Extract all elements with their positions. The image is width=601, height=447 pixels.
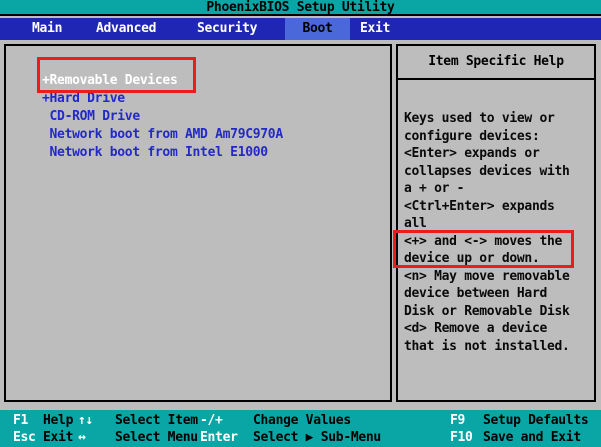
tab-main[interactable]: Main — [32, 18, 62, 40]
title-bar: PhoenixBIOS Setup Utility — [0, 0, 601, 16]
help-line: configure devices: — [404, 128, 594, 146]
legend-select-menu: Select Menu — [115, 429, 198, 446]
help-panel-title: Item Specific Help — [398, 46, 594, 80]
legend-save-and-exit: Save and Exit — [483, 429, 581, 446]
help-line: a + or - — [404, 180, 594, 198]
help-line: collapses devices with — [404, 163, 594, 181]
legend-select-item: Select Item — [115, 412, 198, 429]
page-title: PhoenixBIOS Setup Utility — [206, 0, 394, 15]
key-f10: F10 — [450, 429, 473, 446]
help-line: <Ctrl+Enter> expands — [404, 198, 594, 216]
legend-select-submenu: Select ▶ Sub-Menu — [253, 429, 381, 446]
item-specific-help-panel: Item Specific Help Keys used to view or … — [396, 44, 596, 402]
help-line: <d> Remove a device — [404, 320, 594, 338]
help-line: Keys used to view or — [404, 110, 594, 128]
key-f9: F9 — [450, 412, 465, 429]
help-line: that is not installed. — [404, 338, 594, 356]
help-line: Disk or Removable Disk — [404, 303, 594, 321]
key-f1: F1 — [13, 412, 28, 429]
boot-order-panel: +Removable Devices +Hard Drive CD-ROM Dr… — [4, 44, 392, 402]
boot-item-cdrom-drive[interactable]: CD-ROM Drive — [42, 108, 283, 126]
help-line: <n> May move removable — [404, 268, 594, 286]
tab-security[interactable]: Security — [197, 18, 257, 40]
tab-exit[interactable]: Exit — [360, 18, 390, 40]
key-arrows-updown-icon: ↑↓ — [78, 412, 93, 429]
bios-setup-screen: PhoenixBIOS Setup Utility Main Advanced … — [0, 0, 601, 447]
legend-exit: Exit — [43, 429, 73, 446]
key-enter: Enter — [200, 429, 238, 446]
menu-bar: Main Advanced Security Boot Exit — [0, 18, 601, 40]
help-line: <Enter> expands or — [404, 145, 594, 163]
key-esc: Esc — [13, 429, 36, 446]
key-legend-bar: F1 Help ↑↓ Select Item -/+ Change Values… — [0, 410, 601, 447]
key-arrows-leftright-icon: ↔ — [78, 429, 86, 446]
help-line: device between Hard — [404, 285, 594, 303]
key-minus-plus: -/+ — [200, 412, 223, 429]
legend-change-values: Change Values — [253, 412, 351, 429]
annotation-box-move-keys — [393, 230, 574, 268]
key-legend-row-2: Esc Exit ↔ Select Menu Enter Select ▶ Su… — [0, 429, 601, 446]
tab-boot[interactable]: Boot — [285, 18, 350, 40]
boot-item-network-intel[interactable]: Network boot from Intel E1000 — [42, 144, 283, 162]
tab-advanced[interactable]: Advanced — [96, 18, 156, 40]
legend-help: Help — [43, 412, 73, 429]
annotation-box-removable-devices — [37, 57, 196, 93]
boot-item-network-amd[interactable]: Network boot from AMD Am79C970A — [42, 126, 283, 144]
legend-setup-defaults: Setup Defaults — [483, 412, 588, 429]
key-legend-row-1: F1 Help ↑↓ Select Item -/+ Change Values… — [0, 412, 601, 429]
